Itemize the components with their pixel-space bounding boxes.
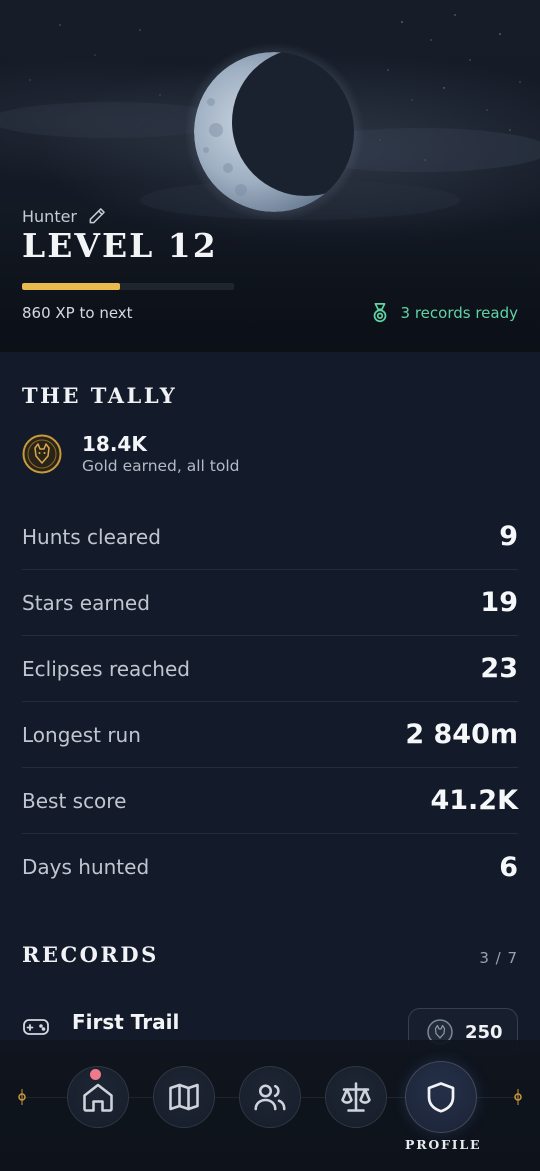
- stat-row-longest-run: Longest run 2 840m: [22, 702, 518, 768]
- records-section-title: RECORDS: [22, 942, 159, 967]
- nav-profile-button[interactable]: [405, 1061, 477, 1133]
- profile-hero: Hunter LEVEL 12 860 XP to next 3 records…: [0, 0, 540, 352]
- stat-row-hunts-cleared: Hunts cleared 9: [22, 504, 518, 570]
- records-count: 3 / 7: [479, 949, 518, 967]
- stat-row-best-score: Best score 41.2K: [22, 768, 518, 834]
- stat-label: Stars earned: [22, 590, 150, 615]
- stat-value: 9: [499, 521, 518, 552]
- stat-label: Eclipses reached: [22, 656, 190, 681]
- stat-label: Longest run: [22, 722, 141, 747]
- users-icon: [254, 1084, 286, 1111]
- pencil-edit-icon[interactable]: [87, 206, 107, 226]
- stat-value: 23: [480, 653, 518, 684]
- nav-home-button[interactable]: [67, 1066, 129, 1128]
- stat-label: Days hunted: [22, 855, 150, 879]
- player-class-label: Hunter: [22, 206, 78, 226]
- xp-to-next-label: 860 XP to next: [22, 304, 133, 322]
- nav-map-button[interactable]: [153, 1066, 215, 1128]
- gamepad-icon: [23, 1019, 49, 1035]
- notification-dot: [90, 1069, 101, 1080]
- stat-value: 41.2K: [430, 785, 518, 816]
- stat-value: 2 840m: [405, 719, 518, 750]
- player-class-row: Hunter: [22, 206, 107, 226]
- medal-icon: [373, 302, 386, 323]
- wolf-coin-icon: [22, 434, 62, 474]
- nav-justice-button[interactable]: [325, 1066, 387, 1128]
- scales-icon: [341, 1082, 371, 1112]
- xp-progress-fill: [22, 283, 120, 290]
- gold-earned-label: Gold earned, all told: [82, 457, 240, 475]
- record-name: First Trail: [72, 1010, 180, 1034]
- tally-section-title: THE TALLY: [22, 383, 178, 408]
- crescent-moon-image: [184, 40, 366, 222]
- gold-earned-summary: 18.4K Gold earned, all told: [22, 432, 240, 476]
- shield-icon: [427, 1082, 455, 1113]
- stat-value: 19: [480, 587, 518, 618]
- stat-row-days-hunted: Days hunted 6: [22, 834, 518, 900]
- records-ready-badge[interactable]: 3 records ready: [369, 302, 518, 324]
- nav-friends-button[interactable]: [239, 1066, 301, 1128]
- xp-progress-bar: [22, 283, 234, 290]
- stat-value: 6: [499, 851, 518, 883]
- stat-row-stars-earned: Stars earned 19: [22, 570, 518, 636]
- level-title: LEVEL 12: [22, 226, 218, 265]
- stat-row-eclipses-reached: Eclipses reached 23: [22, 636, 518, 702]
- nav-active-label: PROFILE: [405, 1137, 482, 1152]
- nav-left-ornament-icon: [18, 1089, 26, 1105]
- map-icon: [169, 1083, 199, 1111]
- home-icon: [83, 1083, 113, 1112]
- stat-label: Best score: [22, 788, 127, 813]
- records-ready-label: 3 records ready: [400, 304, 518, 322]
- bottom-nav: PROFILE: [0, 1040, 540, 1171]
- stat-label: Hunts cleared: [22, 524, 161, 549]
- gold-earned-value: 18.4K: [82, 432, 147, 456]
- stats-list: Hunts cleared 9 Stars earned 19 Eclipses…: [22, 504, 518, 900]
- nav-right-ornament-icon: [514, 1089, 522, 1105]
